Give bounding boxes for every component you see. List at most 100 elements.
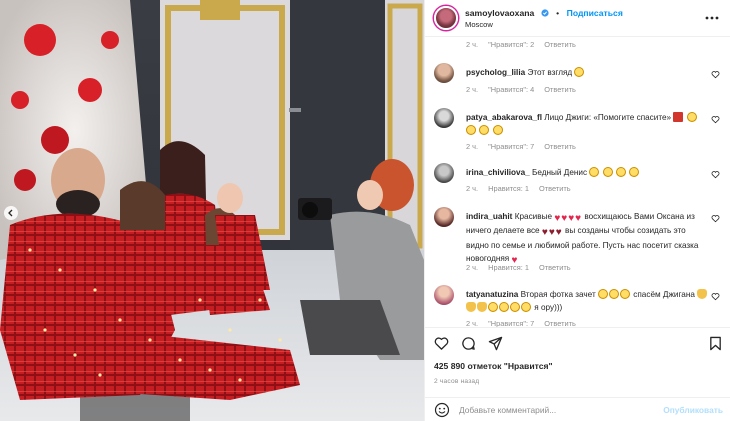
laughing-emoji-icon <box>499 302 509 312</box>
commenter-username[interactable]: irina_chiviliova_ <box>466 168 530 177</box>
rofl-emoji-icon <box>629 167 640 177</box>
comment-body: irina_chiviliova_ Бедный Денис <box>466 166 710 179</box>
rofl-emoji-icon <box>615 167 626 177</box>
carousel-prev-button[interactable] <box>4 206 18 220</box>
comment-meta: 2 ч. Нравится: 1 Ответить <box>466 184 579 193</box>
comment-time: 2 ч. <box>466 142 479 151</box>
comment-like-heart-icon[interactable] <box>711 115 720 124</box>
comment-body: psycholog_lilia Этот взгляд <box>466 66 710 79</box>
comment-text-part-b: спасём Джигана <box>633 290 695 299</box>
comment-like-heart-icon[interactable] <box>711 70 720 79</box>
post-photo <box>0 0 424 421</box>
commenter-username[interactable]: patya_abakarova_fl <box>466 113 542 122</box>
comment-item: 2 ч. "Нравится": 2 Ответить <box>434 37 724 49</box>
clap-emoji-icon <box>697 289 708 299</box>
author-info: samoylovaoxana • Подписаться Moscow <box>465 6 623 30</box>
comment-like-count[interactable]: "Нравится": 4 <box>488 85 534 94</box>
comment-item: psycholog_lilia Этот взгляд 2 ч. "Нравит… <box>434 63 724 99</box>
bookmark-icon[interactable] <box>708 336 723 351</box>
comment-like-count[interactable]: "Нравится": 7 <box>488 142 534 151</box>
comment-text-part-a: Красивые <box>514 212 553 221</box>
comment-composer: Добавьте комментарий... Опубликовать <box>425 397 730 421</box>
red-heart-emoji-icon: ♥ <box>575 213 582 224</box>
author-username[interactable]: samoylovaoxana <box>465 8 534 18</box>
laughing-emoji-icon <box>479 125 490 135</box>
comment-body: patya_abakarova_fl Лицо Джиги: «Помогите… <box>466 111 710 137</box>
comments-list: 2 ч. "Нравится": 2 Ответить psycholog_li… <box>425 37 730 327</box>
laughing-emoji-icon <box>597 289 608 299</box>
comment-text: Этот взгляд <box>527 68 573 77</box>
commenter-avatar[interactable] <box>434 108 454 128</box>
comment-meta: 2 ч. Нравится: 1 Ответить <box>466 263 579 272</box>
commenter-username[interactable]: indira_uahit <box>466 212 512 221</box>
post-timestamp[interactable]: 2 часов назад <box>434 378 479 385</box>
comment-meta: 2 ч. "Нравится": 2 Ответить <box>466 40 584 49</box>
commenter-avatar[interactable] <box>434 163 454 183</box>
comment-text-part-a: Вторая фотка зачет <box>520 290 596 299</box>
comment-like-heart-icon[interactable] <box>711 214 720 223</box>
post-actions: 425 890 отметок "Нравится" 2 часов назад… <box>425 327 730 421</box>
red-heart-emoji-icon: ♥ <box>554 213 561 224</box>
likes-count[interactable]: 425 890 отметок "Нравится" <box>434 361 553 371</box>
comment-text: Бедный Денис <box>532 168 588 177</box>
commenter-avatar[interactable] <box>434 285 454 305</box>
comment-time: 2 ч. <box>466 184 479 193</box>
comment-input[interactable]: Добавьте комментарий... <box>459 405 663 415</box>
ribbon-emoji-icon: ♥ <box>555 227 562 238</box>
separator-dot: • <box>556 8 560 18</box>
comment-item: tatyanatuzina Вторая фотка зачет спасём … <box>434 285 724 327</box>
emoji-icon[interactable] <box>434 402 450 418</box>
comment-reply-button[interactable]: Ответить <box>539 184 571 193</box>
comment-text-part-c: я ору))) <box>534 303 563 312</box>
red-heart-emoji-icon: ♥ <box>561 213 568 224</box>
more-icon[interactable] <box>705 13 719 23</box>
comment-like-count[interactable]: Нравится: 1 <box>488 184 529 193</box>
comment-reply-button[interactable]: Ответить <box>544 85 576 94</box>
comment-like-heart-icon[interactable] <box>711 170 720 179</box>
comment-like-count[interactable]: "Нравится": 7 <box>488 319 534 327</box>
comment-like-count[interactable]: Нравится: 1 <box>488 263 529 272</box>
chevron-left-icon <box>8 209 13 217</box>
comment-icon[interactable] <box>461 336 476 351</box>
comment-time: 2 ч. <box>466 40 479 49</box>
heart-icon[interactable] <box>434 336 449 351</box>
clap-emoji-icon <box>477 302 487 312</box>
share-icon[interactable] <box>488 336 503 351</box>
post-side-panel: samoylovaoxana • Подписаться Moscow 2 ч.… <box>424 0 730 421</box>
comment-reply-button[interactable]: Ответить <box>539 263 571 272</box>
commenter-avatar[interactable] <box>434 207 454 227</box>
laughing-emoji-icon <box>619 289 630 299</box>
laughing-emoji-icon <box>488 302 498 312</box>
comment-reply-button[interactable]: Ответить <box>544 142 576 151</box>
comment-like-heart-icon[interactable] <box>711 292 720 301</box>
laughing-emoji-icon <box>574 67 585 77</box>
post-location[interactable]: Moscow <box>465 19 623 30</box>
red-heart-emoji-icon: ♥ <box>568 213 575 224</box>
ribbon-emoji-icon: ♥ <box>541 227 548 238</box>
commenter-avatar[interactable] <box>434 63 454 83</box>
comment-meta: 2 ч. "Нравится": 7 Ответить <box>466 319 584 327</box>
comment-item: irina_chiviliova_ Бедный Денис 2 ч. Нрав… <box>434 163 724 197</box>
laughing-emoji-icon <box>510 302 520 312</box>
laughing-emoji-icon <box>466 125 476 135</box>
comment-reply-button[interactable]: Ответить <box>544 319 576 327</box>
laughing-emoji-icon <box>521 302 531 312</box>
commenter-username[interactable]: tatyanatuzina <box>466 290 518 299</box>
rofl-emoji-icon <box>602 167 613 177</box>
verified-icon <box>541 9 549 17</box>
comment-like-count[interactable]: "Нравится": 2 <box>488 40 534 49</box>
comment-time: 2 ч. <box>466 263 479 272</box>
ribbon-emoji-icon: ♥ <box>548 227 555 238</box>
comment-meta: 2 ч. "Нравится": 7 Ответить <box>466 142 584 151</box>
rofl-emoji-icon <box>589 167 600 177</box>
comment-item: patya_abakarova_fl Лицо Джиги: «Помогите… <box>434 108 724 152</box>
publish-button[interactable]: Опубликовать <box>663 405 723 415</box>
laughing-emoji-icon <box>492 125 503 135</box>
commenter-username[interactable]: psycholog_lilia <box>466 68 525 77</box>
comment-reply-button[interactable]: Ответить <box>544 40 576 49</box>
comment-time: 2 ч. <box>466 319 479 327</box>
author-avatar[interactable] <box>434 6 458 30</box>
comment-body: tatyanatuzina Вторая фотка зачет спасём … <box>466 288 710 314</box>
post-header: samoylovaoxana • Подписаться Moscow <box>425 0 730 37</box>
follow-button[interactable]: Подписаться <box>567 8 623 18</box>
